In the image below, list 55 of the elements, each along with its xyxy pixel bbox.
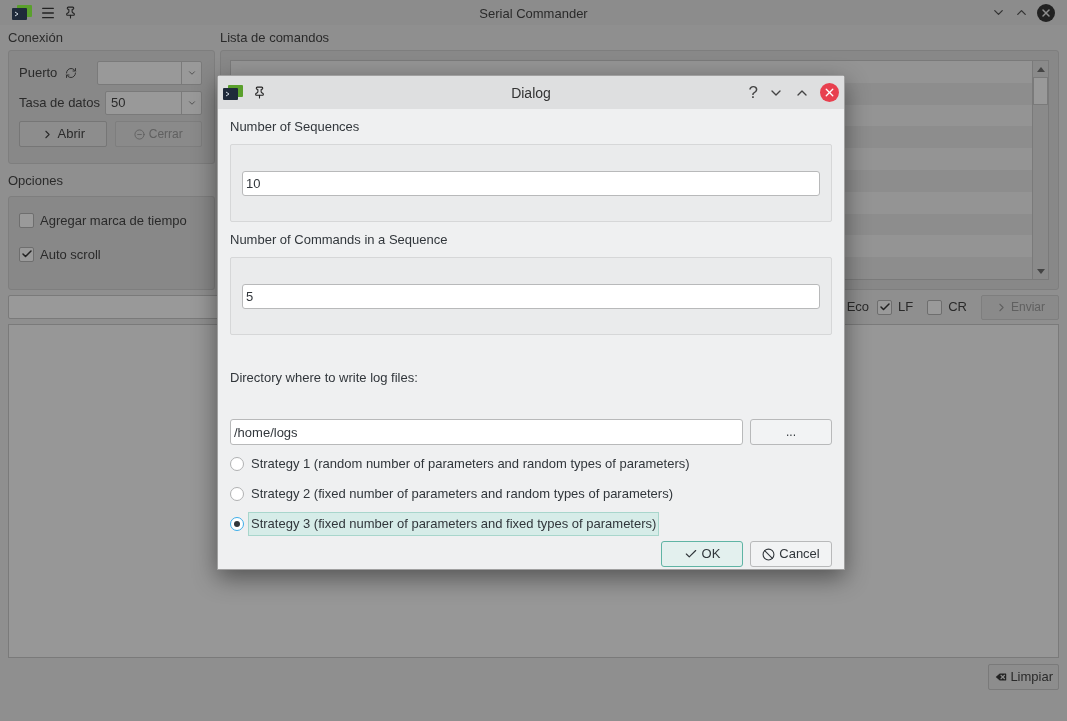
ok-button[interactable]: OK (661, 541, 743, 567)
backspace-icon (994, 670, 1009, 684)
field-label: Tasa de datos (19, 94, 100, 113)
strategy-label[interactable]: Strategy 2 (fixed number of parameters and random types of parameters) (248, 482, 676, 506)
caret-icon (186, 68, 197, 78)
clear-button[interactable]: Limpiar (988, 664, 1059, 690)
radio-button[interactable] (230, 517, 244, 531)
close-icon (1040, 6, 1052, 19)
number-field[interactable]: 5 (242, 283, 820, 309)
terminal-icon (223, 84, 243, 101)
checkbox-label: Agregar marca de tiempo (40, 212, 187, 230)
window-title: Serial Commander (479, 5, 588, 21)
check-icon (683, 547, 698, 561)
terminal-icon (12, 4, 32, 21)
group-heading: Opciones (8, 172, 63, 191)
open-button[interactable]: Abrir (19, 121, 107, 147)
checkbox[interactable] (877, 299, 893, 315)
close-button[interactable] (1037, 3, 1055, 22)
checkbox[interactable] (19, 246, 34, 262)
field-label: Puerto (19, 64, 59, 83)
checkbox[interactable] (927, 299, 943, 315)
section-label: Number of Sequences (230, 118, 360, 137)
radio-button[interactable] (230, 457, 244, 471)
close-button[interactable] (820, 83, 839, 102)
cancel-button[interactable]: Cancel (750, 541, 832, 567)
group-heading: Lista de comandos (220, 28, 330, 47)
scrollbar[interactable] (1032, 61, 1048, 279)
down-arrow-icon (1036, 268, 1045, 274)
strategy-label[interactable]: Strategy 1 (random number of parameters and random types of parameters) (248, 452, 693, 476)
group-heading: Conexión (8, 28, 63, 47)
checkbox-label: LF (898, 298, 914, 317)
help-button[interactable]: ? (748, 79, 758, 106)
scrollbar-thumb[interactable] (1033, 77, 1048, 105)
caret-icon (186, 98, 197, 108)
checkbox-label: CR (948, 298, 967, 317)
checkbox-label: Auto scroll (40, 245, 101, 264)
number-field[interactable]: 10 (242, 170, 820, 196)
section-label: Number of Commands in a Sequence (230, 231, 448, 250)
close-icon (823, 86, 836, 99)
cancel-icon (762, 547, 776, 561)
radio-button[interactable] (230, 487, 244, 501)
strategy-label[interactable]: Strategy 3 (fixed number of parameters and fixed types of parameters) (248, 512, 660, 536)
pin-icon[interactable] (64, 6, 77, 19)
rate-dropdown[interactable]: 50 (104, 91, 202, 115)
directory-field[interactable]: /home/logs (230, 419, 743, 445)
minus-circle-icon (133, 128, 145, 140)
checkbox-label: Eco (846, 298, 870, 317)
refresh-icon[interactable] (65, 67, 77, 79)
up-arrow-icon (1036, 66, 1045, 72)
directory-label: Directory where to write log files: (230, 369, 418, 388)
pin-icon[interactable] (253, 86, 266, 99)
checkbox[interactable] (19, 213, 34, 229)
browse-button[interactable]: ... (750, 419, 832, 445)
check-icon (878, 301, 891, 313)
dialog-title: Dialog (511, 84, 551, 101)
